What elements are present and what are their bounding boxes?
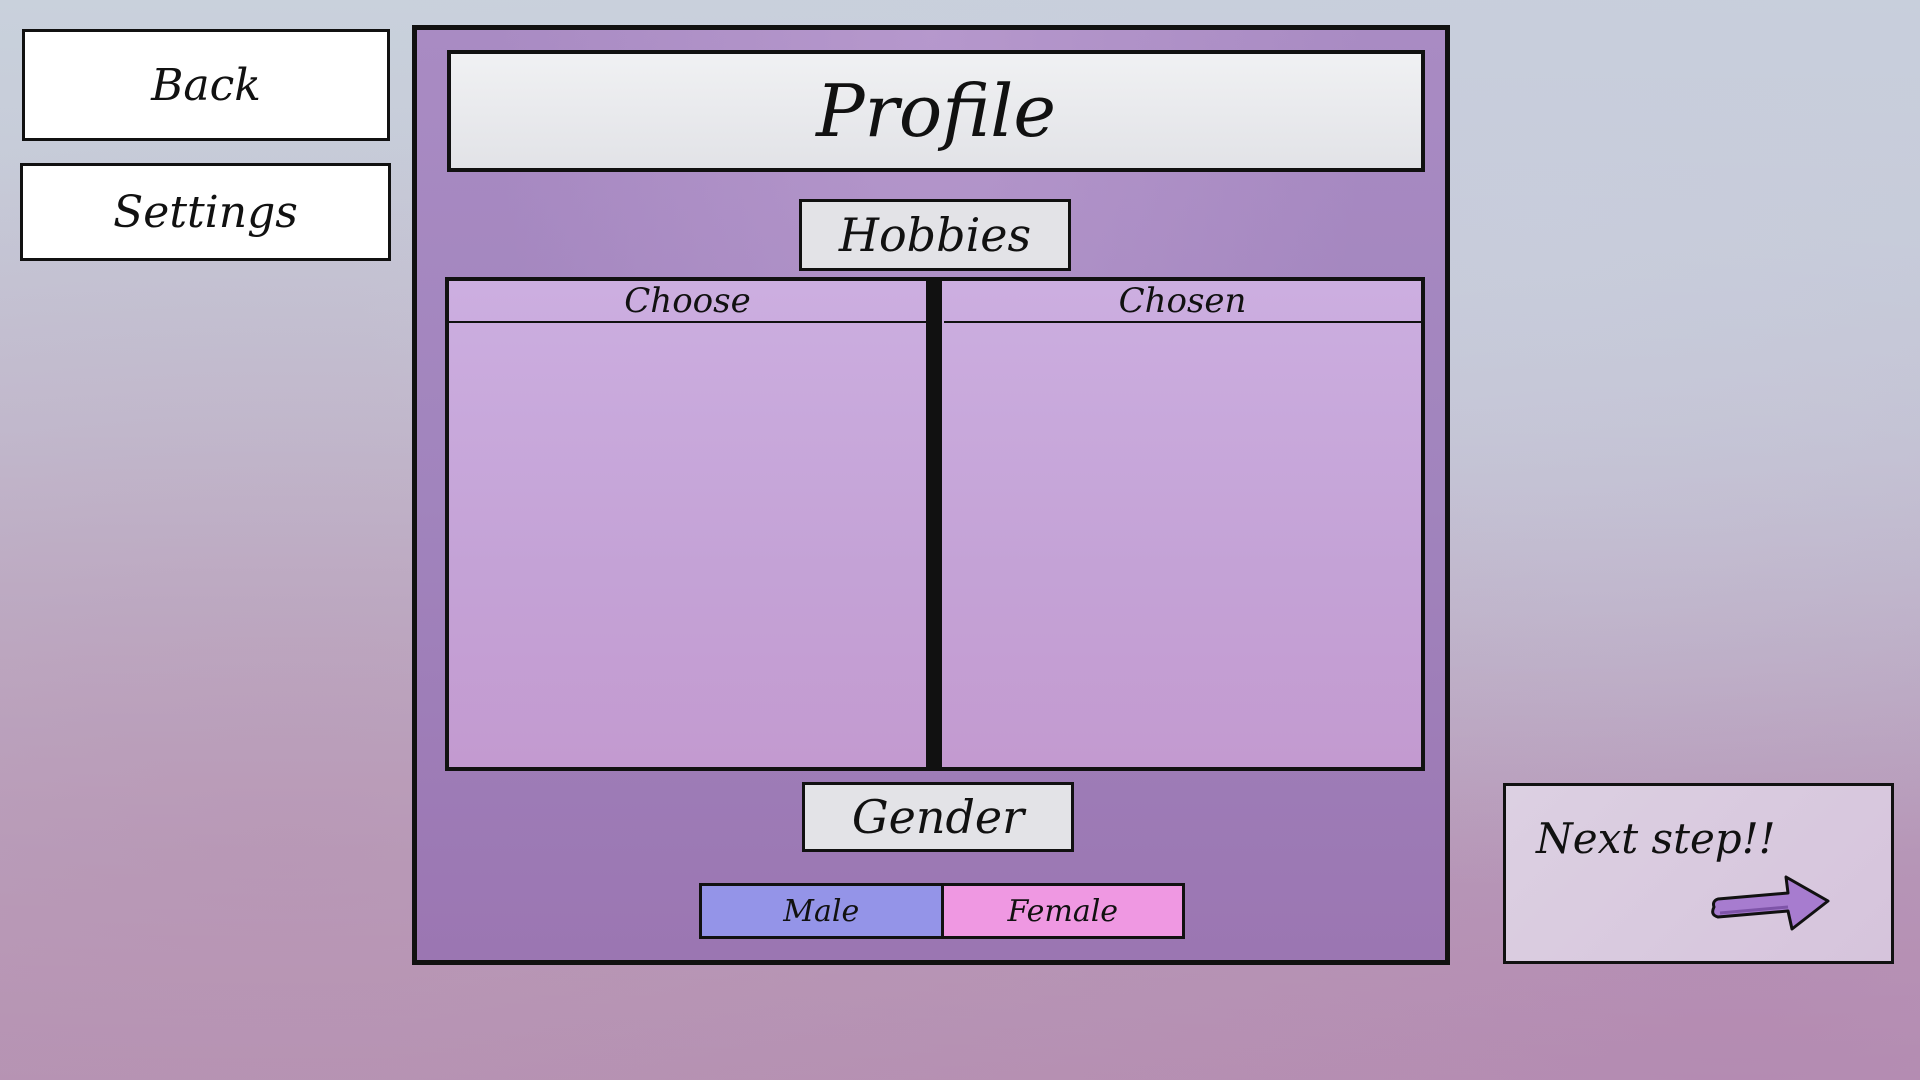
gender-section-label: Gender [802,782,1074,852]
profile-panel: Profile Hobbies Choose Chosen Gender Mal… [412,25,1450,965]
hobbies-section-label: Hobbies [799,199,1071,271]
gender-option-male[interactable]: Male [702,886,944,936]
next-step-label: Next step!! [1536,814,1776,863]
chosen-list[interactable]: Chosen [944,281,1421,767]
settings-button[interactable]: Settings [20,163,391,261]
chosen-header: Chosen [944,281,1421,323]
choose-header: Choose [449,281,926,323]
page-title: Profile [447,50,1425,172]
next-step-button[interactable]: Next step!! [1503,783,1894,964]
gender-toggle: Male Female [699,883,1185,939]
hobbies-selector: Choose Chosen [445,277,1425,771]
choose-list[interactable]: Choose [449,281,926,767]
arrow-right-icon [1711,875,1830,931]
column-divider [926,281,942,767]
gender-option-female[interactable]: Female [943,886,1182,936]
back-button[interactable]: Back [22,29,390,141]
